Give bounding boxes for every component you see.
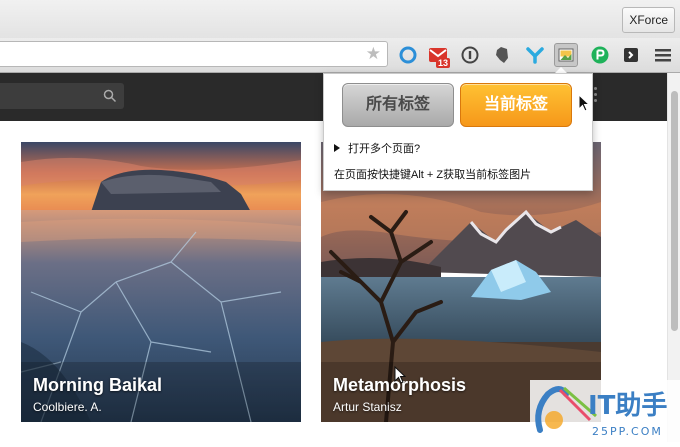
extension-popup: 所有标签 当前标签 打开多个页面? 在页面按快捷键Alt + Z获取当前标签图片 — [323, 73, 593, 191]
all-tabs-button[interactable]: 所有标签 — [342, 83, 454, 127]
gmail-badge: 13 — [436, 58, 451, 68]
site-watermark-logo: IT助手 25PP.COM — [530, 380, 680, 442]
mouse-cursor-icon — [578, 94, 590, 112]
browser-titlebar: XForce — [0, 0, 680, 38]
evernote-icon[interactable] — [491, 44, 513, 66]
screenshot-icon[interactable] — [554, 43, 578, 67]
search-input[interactable] — [0, 83, 124, 109]
menu-icon[interactable] — [652, 44, 674, 66]
p-icon[interactable] — [589, 44, 611, 66]
mouse-cursor-icon — [394, 366, 406, 384]
card-title: Morning Baikal — [33, 375, 163, 395]
gmail-icon[interactable]: 13 — [427, 44, 451, 68]
address-bar[interactable]: ★ — [0, 41, 388, 67]
y-icon[interactable] — [524, 44, 546, 66]
more-options-icon[interactable] — [594, 87, 597, 105]
profile-button[interactable]: XForce — [622, 7, 675, 33]
svg-text:IT助手: IT助手 — [588, 391, 667, 421]
current-tab-button[interactable]: 当前标签 — [460, 83, 572, 127]
shortcut-hint: 在页面按快捷键Alt + Z获取当前标签图片 — [334, 169, 532, 181]
svg-text:25PP.COM: 25PP.COM — [592, 425, 663, 438]
multi-page-question: 打开多个页面? — [348, 143, 421, 155]
browser-toolbar: ★ — [0, 38, 680, 73]
search-icon[interactable] — [103, 89, 117, 103]
card-author: Artur Stanisz — [333, 400, 402, 414]
scrollbar-thumb[interactable] — [671, 91, 678, 331]
multi-page-toggle[interactable]: 打开多个页面? — [334, 140, 420, 156]
bookmark-star-icon[interactable]: ★ — [366, 44, 381, 64]
card-author: Coolbiere. A. — [33, 400, 102, 414]
circle-icon[interactable] — [397, 44, 419, 66]
pocket-icon[interactable] — [620, 44, 642, 66]
expand-triangle-icon[interactable] — [334, 144, 340, 153]
photo-card[interactable]: Morning Baikal Coolbiere. A. — [21, 142, 301, 422]
info-icon[interactable] — [459, 44, 481, 66]
